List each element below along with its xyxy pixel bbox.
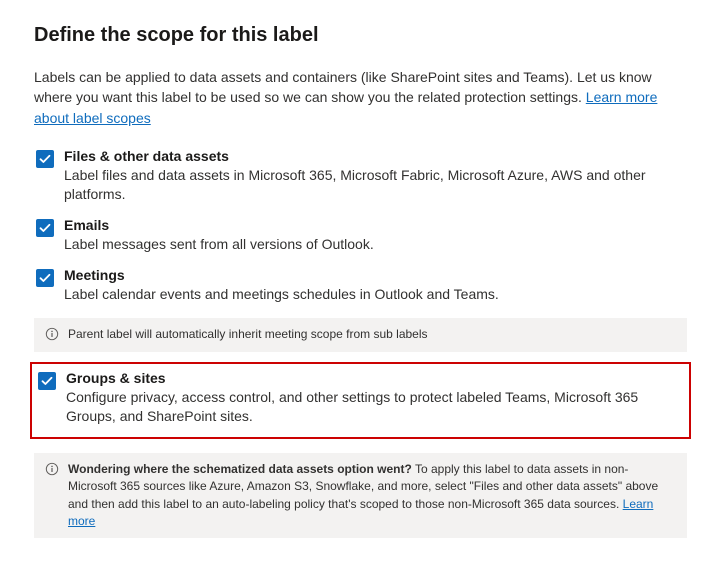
- option-groups-title: Groups & sites: [66, 370, 683, 386]
- info-meeting-inherit: Parent label will automatically inherit …: [34, 318, 687, 351]
- option-meetings: Meetings Label calendar events and meeti…: [34, 263, 687, 313]
- checkbox-files[interactable]: [36, 150, 54, 168]
- info-icon: [44, 326, 60, 342]
- option-emails-title: Emails: [64, 217, 685, 233]
- option-files: Files & other data assets Label files an…: [34, 144, 687, 213]
- option-files-title: Files & other data assets: [64, 148, 685, 164]
- checkbox-emails[interactable]: [36, 219, 54, 237]
- option-groups-sites: Groups & sites Configure privacy, access…: [30, 362, 691, 439]
- info-schematized-bold: Wondering where the schematized data ass…: [68, 462, 412, 476]
- option-emails: Emails Label messages sent from all vers…: [34, 213, 687, 263]
- intro-paragraph: Labels can be applied to data assets and…: [34, 67, 687, 128]
- intro-text: Labels can be applied to data assets and…: [34, 69, 652, 105]
- checkmark-icon: [39, 153, 51, 165]
- page-title: Define the scope for this label: [34, 24, 687, 47]
- checkmark-icon: [41, 375, 53, 387]
- checkmark-icon: [39, 222, 51, 234]
- option-meetings-desc: Label calendar events and meetings sched…: [64, 285, 685, 305]
- option-groups-desc: Configure privacy, access control, and o…: [66, 388, 683, 427]
- info-icon: [44, 461, 60, 477]
- option-emails-desc: Label messages sent from all versions of…: [64, 235, 685, 255]
- option-files-desc: Label files and data assets in Microsoft…: [64, 166, 685, 205]
- checkbox-groups[interactable]: [38, 372, 56, 390]
- info-schematized: Wondering where the schematized data ass…: [34, 453, 687, 539]
- info-meeting-text: Parent label will automatically inherit …: [68, 326, 677, 343]
- option-meetings-title: Meetings: [64, 267, 685, 283]
- checkmark-icon: [39, 272, 51, 284]
- checkbox-meetings[interactable]: [36, 269, 54, 287]
